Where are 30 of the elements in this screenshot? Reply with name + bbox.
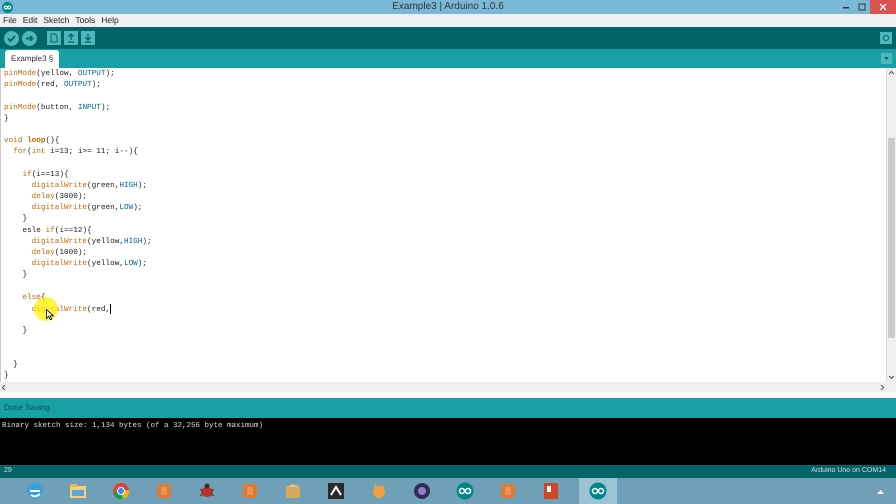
close-icon[interactable] [870, 0, 896, 14]
upload-icon[interactable] [22, 30, 37, 46]
new-file-icon[interactable] [47, 31, 61, 46]
scroll-left-icon[interactable] [0, 382, 8, 392]
tray-arrow-icon[interactable] [877, 488, 884, 494]
scrollbar-thumb[interactable] [888, 138, 895, 338]
presentation-icon[interactable] [541, 481, 561, 501]
scroll-up-icon[interactable] [887, 68, 896, 77]
verify-icon[interactable] [4, 30, 19, 46]
menu-item[interactable]: Edit [22, 14, 38, 28]
arduino-icon[interactable] [455, 481, 475, 501]
status-message: Done Saving. [4, 402, 52, 414]
arduino-icon[interactable] [588, 481, 608, 501]
save-icon[interactable] [81, 31, 95, 46]
scroll-right-icon[interactable] [878, 382, 886, 392]
scroll-down-icon[interactable] [887, 373, 896, 382]
menu-item[interactable]: Tools [75, 14, 96, 28]
ie-browser-icon[interactable] [25, 481, 45, 501]
chrome-icon[interactable] [111, 481, 131, 501]
window-title: Example3 | Arduino 1.0.6 [392, 0, 504, 14]
tab[interactable]: Example3 § [5, 50, 60, 68]
box-icon[interactable] [283, 481, 303, 501]
search-icon[interactable] [880, 32, 892, 44]
arduino-logo-icon [2, 2, 13, 12]
menu-item[interactable]: Help [101, 14, 119, 28]
open-icon[interactable] [64, 31, 78, 46]
menu-item[interactable]: Sketch [43, 14, 70, 28]
folder-icon[interactable] [68, 481, 88, 501]
dropdown-icon[interactable] [881, 52, 892, 64]
menu-item[interactable]: File [3, 14, 17, 28]
